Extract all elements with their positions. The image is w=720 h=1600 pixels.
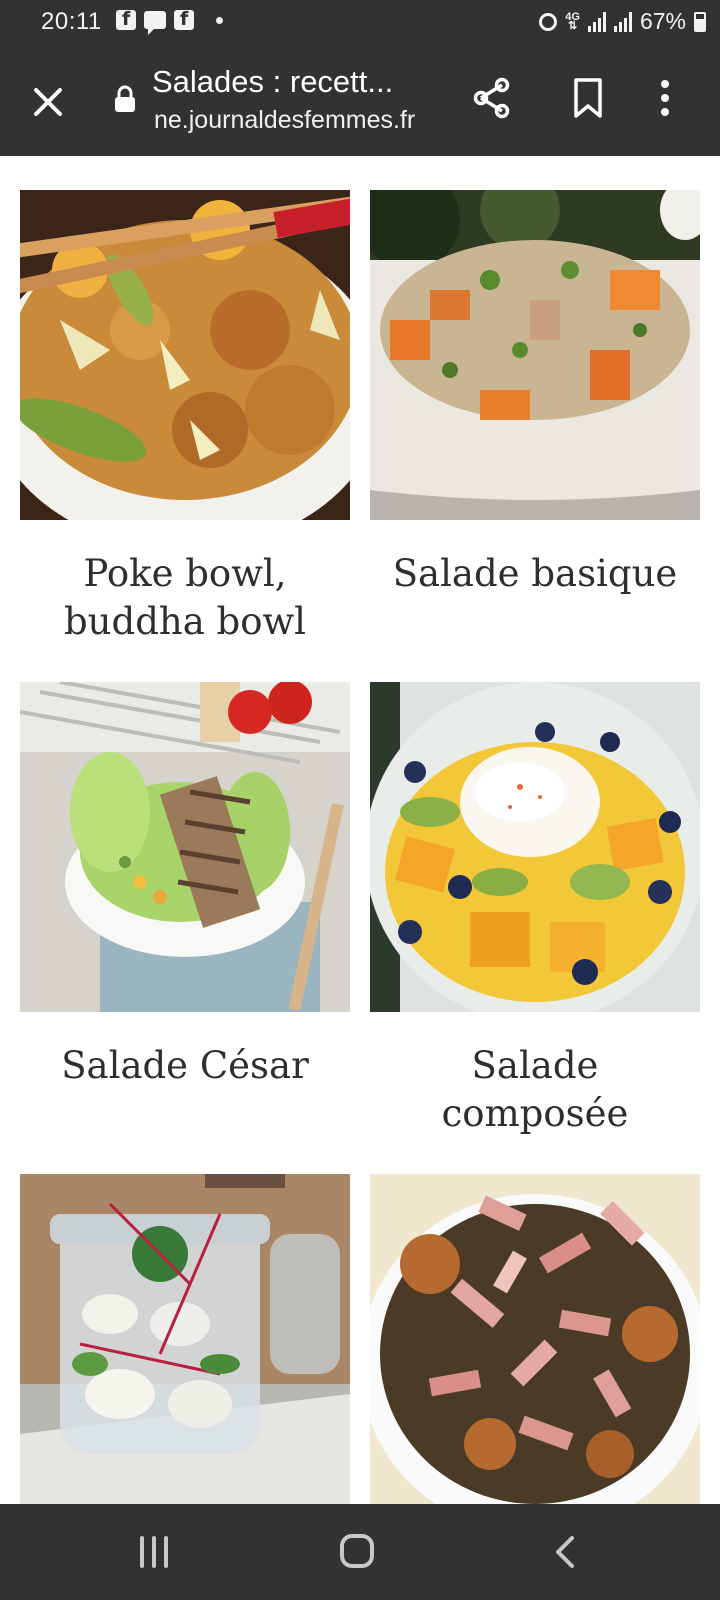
facebook-notification-icon [174, 8, 194, 30]
alarm-icon [539, 12, 558, 31]
salade-lentilles-photo[interactable] [370, 1174, 700, 1504]
signal-icon [587, 11, 606, 32]
category-caption[interactable]: Salade composée [370, 1042, 700, 1138]
more-vert-icon[interactable] [650, 76, 680, 120]
category-caption[interactable]: Salade basique [370, 550, 700, 598]
home-icon[interactable] [340, 1534, 374, 1568]
page-title[interactable]: Salades : recett... [152, 64, 393, 100]
salade-en-bocal-photo[interactable] [20, 1174, 350, 1504]
recipe-category-grid: Poke bowl, buddha bowl Salade basique Sa… [0, 156, 720, 1504]
recents-icon[interactable] [140, 1536, 168, 1568]
poke-bowl-photo[interactable] [20, 190, 350, 520]
salade-cesar-photo[interactable] [20, 682, 350, 1012]
salade-basique-photo[interactable] [370, 190, 700, 520]
browser-toolbar: Salades : recett... ne.journaldesfemmes.… [0, 44, 720, 156]
category-card-salade-en-bocal[interactable] [20, 1174, 350, 1504]
status-time: 20:11 [41, 8, 102, 35]
close-icon[interactable] [28, 82, 68, 122]
back-icon[interactable] [548, 1534, 584, 1570]
facebook-notification-icon [116, 8, 136, 30]
network-type-icon: 4G ⇅ [565, 10, 580, 32]
status-bar: 20:11 4G⇅ 67% [0, 0, 720, 44]
battery-percent: 67% [639, 8, 686, 34]
more-notifications-dot-icon [216, 16, 223, 24]
page-url[interactable]: ne.journaldesfemmes.fr [154, 106, 415, 135]
message-notification-icon [144, 11, 166, 35]
notification-icons [116, 8, 223, 35]
battery-icon [694, 11, 706, 32]
share-icon[interactable] [470, 76, 514, 120]
system-icons: 4G ⇅ 67% [539, 8, 706, 35]
system-nav-bar [0, 1504, 720, 1600]
signal-icon [613, 11, 632, 32]
salade-composee-photo[interactable] [370, 682, 700, 1012]
category-card-salade-lentilles[interactable] [370, 1174, 700, 1504]
category-card-salade-cesar[interactable]: Salade César [20, 682, 350, 1090]
category-card-salade-composee[interactable]: Salade composée [370, 682, 700, 1138]
category-card-salade-basique[interactable]: Salade basique [370, 190, 700, 598]
lock-icon [115, 85, 135, 112]
category-card-poke-bowl[interactable]: Poke bowl, buddha bowl [20, 190, 350, 646]
category-caption[interactable]: Salade César [20, 1042, 350, 1090]
category-caption[interactable]: Poke bowl, buddha bowl [20, 550, 350, 646]
bookmark-icon[interactable] [568, 76, 608, 120]
